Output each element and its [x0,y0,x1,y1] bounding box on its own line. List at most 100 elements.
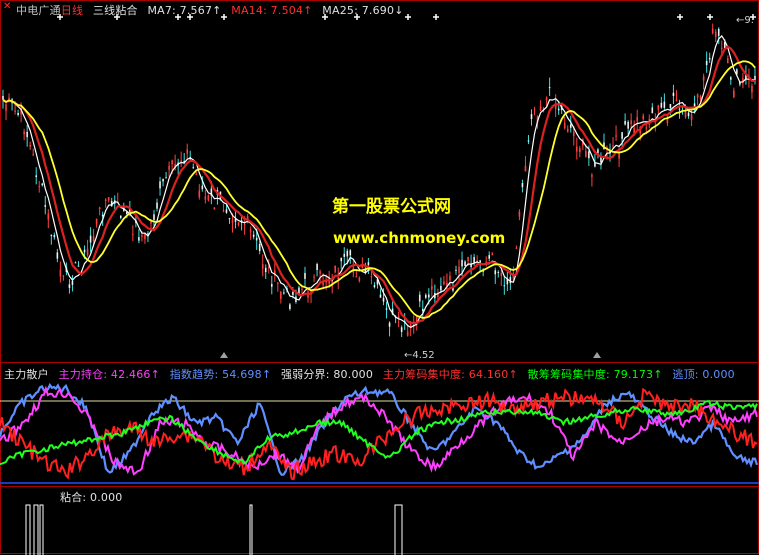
candle-body [104,199,107,201]
candle-body [388,322,391,327]
candle-body [397,316,400,318]
candle-body [132,234,134,236]
candle-body [624,120,626,125]
candle-body [660,102,663,108]
candle-body [563,122,566,129]
candle-body [159,181,161,189]
candle-body [23,131,25,135]
candle-body [89,235,92,243]
ma14-value: MA14: 7.504↑ [231,4,313,17]
stick-pulse [25,504,31,555]
stick-pulse [249,504,253,555]
candle-body [497,271,500,273]
candle-body [458,266,460,273]
candle-body [343,253,346,257]
candle-body [669,103,672,109]
candle-body [298,287,300,294]
candle-body [539,106,542,111]
candle-body [455,269,457,271]
candle-body [651,107,654,114]
candle-body [141,235,143,237]
candle-body [621,132,623,139]
candle-body [597,149,599,154]
indicator-legend: 主力散户 主力持仓: 42.466↑ 指数趋势: 54.698↑ 强弱分界: 8… [4,366,741,382]
candle-body [59,269,62,277]
candle-body [425,294,427,298]
price-panel[interactable]: ✕ 中电广通日线 三线粘合 MA7: 7.567↑ MA14: 7.504↑ M… [0,0,759,358]
candle-body [711,28,714,34]
candle-body [165,177,167,179]
candle-body [162,178,164,182]
candle-body [267,267,270,269]
candle-body [461,259,463,267]
candle-body [346,250,349,257]
stick-pulse [394,504,403,555]
candle-body [521,183,524,188]
candle-body [119,215,122,218]
candle-body [171,160,173,165]
stock-name: 中电广通 [16,4,61,17]
candle-body [720,47,723,50]
candle-body [204,196,207,200]
candle-body [440,285,442,291]
escape-value: 逃顶: 0.000 [672,368,735,381]
candle-body [751,85,753,93]
candle-body [258,244,261,252]
candle-body [545,97,548,101]
candle-body [153,214,155,220]
candle-body [464,261,466,266]
ma25-value: MA25: 7.690↓ [322,4,404,17]
indicator-panel-name: 主力散户 [4,368,49,381]
candle-body [636,117,638,122]
stick-legend: 粘合: 0.000 [60,489,129,505]
ma7-line [2,34,756,329]
candle-body [431,285,433,290]
candle-body [443,281,445,285]
candle-body [503,285,506,287]
candle-body [524,165,527,172]
candle-body [473,257,475,263]
price-chart[interactable] [0,0,759,358]
candle-body [107,197,110,201]
candle-body [500,272,503,277]
candle-body [283,292,285,294]
stick-panel[interactable]: 粘合: 0.000 [0,486,759,555]
candle-body [62,275,65,277]
candle-body [101,214,104,217]
candle-body [727,58,729,64]
candle-body [168,165,170,170]
candle-body [367,262,370,265]
candle-body [14,110,16,112]
candle-body [572,131,575,137]
watermark-url: www.chnmoney.com [333,229,506,247]
candle-body [675,99,678,101]
candle-body [301,288,303,290]
candle-body [672,92,675,96]
candle-body [400,327,403,332]
candle-body [29,145,31,147]
candle-body [50,235,53,237]
candle-body [385,308,388,310]
candle-body [38,186,41,188]
indicator-panel[interactable]: 主力散户 主力持仓: 42.466↑ 指数趋势: 54.698↑ 强弱分界: 8… [0,362,759,487]
candle-body [579,148,581,152]
candle-body [207,195,210,201]
candle-body [261,264,264,269]
main-chip-value: 主力筹码集中度: 64.160↑ [382,368,518,381]
candle-body [68,284,71,288]
candle-body [252,234,255,237]
candle-body [678,108,681,110]
stick-pulse [39,504,44,555]
candle-body [44,205,47,207]
candle-body [594,162,596,167]
candle-body [406,331,409,336]
candle-body [358,277,361,282]
candle-body [518,211,521,217]
candle-body [56,252,59,259]
close-icon[interactable]: ✕ [3,2,13,12]
strong-weak-value: 强弱分界: 80.000 [280,368,374,381]
candle-body [733,90,735,98]
candle-body [663,101,666,108]
candle-body [548,87,551,89]
candle-body [684,111,687,118]
